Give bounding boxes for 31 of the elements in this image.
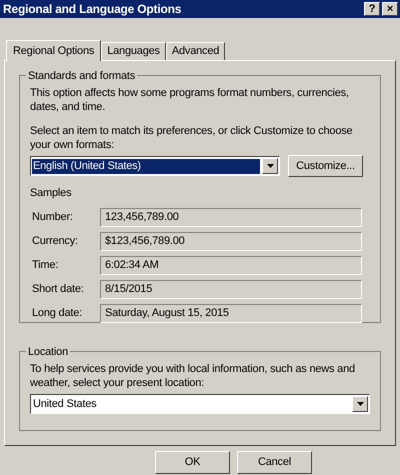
sample-label: Long date: bbox=[31, 306, 83, 321]
sample-field: Saturday, August 15, 2015 bbox=[100, 304, 362, 322]
description-text: This option affects how some programs format numbers, currencies, dates, and time. bbox=[30, 86, 350, 114]
samples-label: Samples bbox=[30, 186, 72, 201]
tab[interactable]: Advanced bbox=[166, 42, 226, 60]
description-text: To help services provide you with local information, such as news and weather, select your present location: bbox=[30, 362, 356, 390]
format-dropdown[interactable]: English (United States) bbox=[30, 156, 280, 176]
dropdown-value: English (United States) bbox=[32, 158, 260, 174]
caret-icon bbox=[356, 402, 364, 406]
dialog-button[interactable]: Cancel bbox=[237, 451, 312, 474]
customize-button[interactable]: Customize... bbox=[288, 155, 363, 177]
sample-label: Number: bbox=[31, 210, 74, 225]
prompt-text: Select an item to match its preferences, or click Customize to choose your own formats: bbox=[30, 124, 354, 152]
sample-field: 8/15/2015 bbox=[100, 280, 362, 298]
dropdown-value: United States bbox=[33, 396, 96, 412]
sample-label: Currency: bbox=[31, 234, 79, 249]
caret-icon bbox=[266, 164, 274, 168]
dropdown-button[interactable] bbox=[352, 396, 368, 412]
dialog-button[interactable]: OK bbox=[155, 451, 230, 474]
sample-field: $123,456,789.00 bbox=[100, 232, 362, 250]
sample-label: Time: bbox=[31, 258, 60, 273]
tab[interactable]: Languages bbox=[101, 42, 166, 60]
sample-field: 123,456,789.00 bbox=[100, 208, 362, 226]
tab[interactable]: Regional Options bbox=[6, 40, 102, 61]
close-button[interactable]: × bbox=[382, 2, 398, 16]
help-button[interactable]: ? bbox=[364, 2, 380, 16]
location-dropdown[interactable]: United States bbox=[30, 394, 370, 414]
window-title: Regional and Language Options bbox=[3, 1, 182, 18]
dropdown-button[interactable] bbox=[262, 158, 278, 174]
sample-field: 6:02:34 AM bbox=[100, 256, 362, 274]
sample-label: Short date: bbox=[31, 282, 85, 297]
